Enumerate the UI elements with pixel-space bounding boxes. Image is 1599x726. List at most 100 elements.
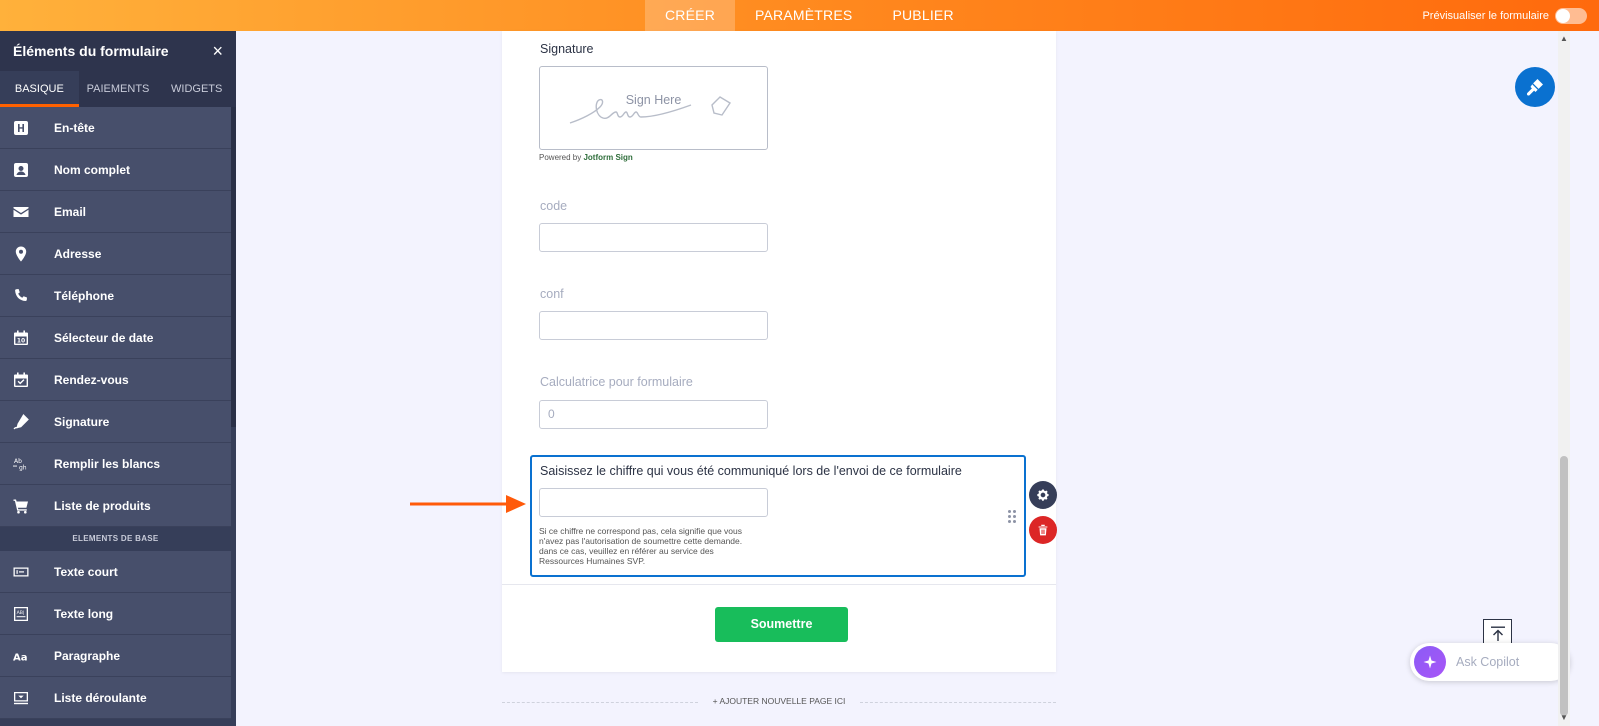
field-settings-button[interactable] <box>1029 481 1057 509</box>
tab-parametres[interactable]: PARAMÈTRES <box>735 0 872 31</box>
form-elements-panel: Éléments du formulaire × BASIQUE PAIEMEN… <box>0 31 236 726</box>
element-label: En-tête <box>54 120 95 135</box>
arrow-up-to-line-icon <box>1490 626 1505 641</box>
add-page-label: + AJOUTER NOUVELLE PAGE ICI <box>712 696 846 706</box>
short-text-icon <box>0 551 42 593</box>
long-text-icon: AB| <box>0 593 42 635</box>
element-telephone[interactable]: Téléphone <box>0 275 231 317</box>
section-elements-base: ELEMENTS DE BASE <box>0 527 231 551</box>
top-bar: CRÉER PARAMÈTRES PUBLIER Prévisualiser l… <box>0 0 1599 31</box>
tab-basique[interactable]: BASIQUE <box>0 71 79 107</box>
powered-by: Powered by Jotform Sign <box>539 153 633 162</box>
submit-button[interactable]: Soumettre <box>715 607 848 642</box>
gear-icon <box>1037 489 1049 501</box>
element-list: En-tête Nom complet Email Adresse Téléph… <box>0 107 231 719</box>
scrollbar-thumb[interactable] <box>1560 456 1568 716</box>
code-input[interactable] <box>539 223 768 252</box>
element-label: Liste de produits <box>54 498 151 513</box>
svg-text:10: 10 <box>17 337 25 344</box>
element-label: Texte court <box>54 564 118 579</box>
panel-title: Éléments du formulaire <box>13 43 169 59</box>
element-en-tete[interactable]: En-tête <box>0 107 231 149</box>
element-liste-produits[interactable]: Liste de produits <box>0 485 231 527</box>
element-adresse[interactable]: Adresse <box>0 233 231 275</box>
svg-text:AB|: AB| <box>17 610 25 616</box>
element-label: Liste déroulante <box>54 690 147 705</box>
element-remplir-blancs[interactable]: Ab gh Remplir les blancs <box>0 443 231 485</box>
sparkle-icon <box>1414 646 1446 678</box>
tab-publier[interactable]: PUBLIER <box>872 0 973 31</box>
preview-toggle-area: Prévisualiser le formulaire <box>1422 0 1587 31</box>
element-label: Paragraphe <box>54 648 121 663</box>
element-label: Remplir les blancs <box>54 456 161 471</box>
form-card: Signature Sign Here Powered by Jotform S… <box>502 31 1056 672</box>
powered-by-text: Powered by <box>539 153 584 162</box>
signature-pad[interactable]: Sign Here <box>539 66 768 150</box>
field-delete-button[interactable] <box>1029 516 1057 544</box>
element-label: Signature <box>54 414 110 429</box>
question-label: Saisissez le chiffre qui vous été commun… <box>540 464 962 478</box>
tab-paiements[interactable]: PAIEMENTS <box>79 71 158 107</box>
panel-tabs: BASIQUE PAIEMENTS WIDGETS <box>0 71 236 107</box>
help-line: n'avez pas l'autorisation de soumettre c… <box>539 536 743 546</box>
ask-copilot-button[interactable]: Ask Copilot <box>1410 643 1570 681</box>
question-help-text: Si ce chiffre ne correspond pas, cela si… <box>539 526 779 566</box>
element-liste-deroulante[interactable]: Liste déroulante <box>0 677 231 719</box>
element-texte-long[interactable]: AB| Texte long <box>0 593 231 635</box>
form-divider <box>502 584 1056 585</box>
phone-icon <box>0 275 42 317</box>
element-label: Rendez-vous <box>54 372 129 387</box>
toggle-knob <box>1556 8 1570 23</box>
fill-blanks-icon: Ab gh <box>0 443 42 485</box>
arrow-pointer-icon <box>410 495 526 513</box>
help-line: Si ce chiffre ne correspond pas, cela si… <box>539 526 743 536</box>
conf-input[interactable] <box>539 311 768 340</box>
question-input[interactable] <box>539 488 768 517</box>
svg-text:gh: gh <box>19 464 27 471</box>
panel-scrollbar[interactable] <box>231 107 236 427</box>
svg-text:Aa: Aa <box>13 652 28 663</box>
calendar-check-icon <box>0 359 42 401</box>
top-nav: CRÉER PARAMÈTRES PUBLIER <box>645 0 974 31</box>
element-selecteur-date[interactable]: 10 Sélecteur de date <box>0 317 231 359</box>
dropdown-icon <box>0 677 42 719</box>
element-label: Téléphone <box>54 288 115 303</box>
scroll-up-icon[interactable]: ▲ <box>1558 33 1570 45</box>
element-paragraphe[interactable]: Aa Paragraphe <box>0 635 231 677</box>
element-signature[interactable]: Signature <box>0 401 231 443</box>
form-designer-button[interactable] <box>1515 67 1555 107</box>
help-line: dans ce cas, veuillez en référer au serv… <box>539 546 714 556</box>
element-label: Adresse <box>54 246 102 261</box>
add-new-page[interactable]: + AJOUTER NOUVELLE PAGE ICI <box>502 696 1056 710</box>
calculator-label: Calculatrice pour formulaire <box>540 375 693 389</box>
help-line: Ressources Humaines SVP. <box>539 556 646 566</box>
code-label: code <box>540 199 568 213</box>
element-label: Sélecteur de date <box>54 330 154 345</box>
panel-header: Éléments du formulaire × <box>0 31 236 71</box>
cart-icon <box>0 485 42 527</box>
element-email[interactable]: Email <box>0 191 231 233</box>
tab-widgets[interactable]: WIDGETS <box>157 71 236 107</box>
element-label: Texte long <box>54 606 114 621</box>
page-scrollbar[interactable]: ▲ ▼ <box>1558 31 1570 726</box>
close-icon[interactable]: × <box>212 41 223 62</box>
trash-icon <box>1038 524 1048 536</box>
calendar-icon: 10 <box>0 317 42 359</box>
paint-roller-icon <box>1526 79 1543 96</box>
preview-toggle[interactable] <box>1555 7 1587 24</box>
element-rendez-vous[interactable]: Rendez-vous <box>0 359 231 401</box>
tab-creer[interactable]: CRÉER <box>645 0 736 31</box>
copilot-label: Ask Copilot <box>1456 655 1520 669</box>
element-label: Email <box>54 204 87 219</box>
scroll-down-icon[interactable]: ▼ <box>1558 712 1570 724</box>
conf-label: conf <box>540 287 564 301</box>
element-label: Nom complet <box>54 162 131 177</box>
element-texte-court[interactable]: Texte court <box>0 551 231 593</box>
signature-scribble-icon <box>569 96 731 124</box>
calculator-input[interactable]: 0 <box>539 400 768 429</box>
envelope-icon <box>0 191 42 233</box>
drag-handle-icon[interactable] <box>1008 510 1018 524</box>
element-nom-complet[interactable]: Nom complet <box>0 149 231 191</box>
signature-label: Signature <box>540 42 594 56</box>
powered-brand: Jotform Sign <box>583 153 633 162</box>
